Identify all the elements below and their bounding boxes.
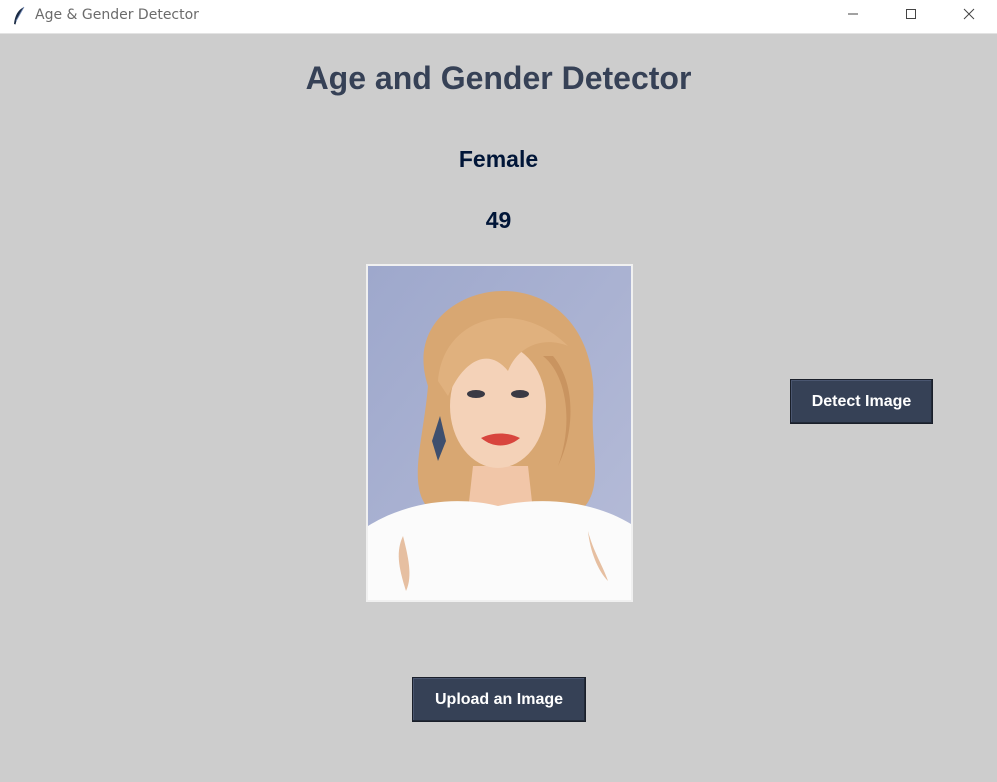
detect-image-button[interactable]: Detect Image <box>790 379 933 424</box>
close-button[interactable] <box>946 0 992 32</box>
age-result-label: 49 <box>485 207 512 233</box>
minimize-button[interactable] <box>830 0 876 32</box>
window-title: Age & Gender Detector <box>35 7 199 23</box>
uploaded-image <box>366 264 633 602</box>
feather-icon <box>11 6 27 26</box>
page-title: Age and Gender Detector <box>305 60 692 96</box>
maximize-button[interactable] <box>888 0 934 32</box>
maximize-icon <box>905 7 917 25</box>
gender-result-label: Female <box>458 146 539 172</box>
minimize-icon <box>847 7 859 25</box>
upload-image-button[interactable]: Upload an Image <box>412 677 586 722</box>
close-icon <box>963 7 975 25</box>
window-titlebar: Age & Gender Detector <box>0 0 997 34</box>
